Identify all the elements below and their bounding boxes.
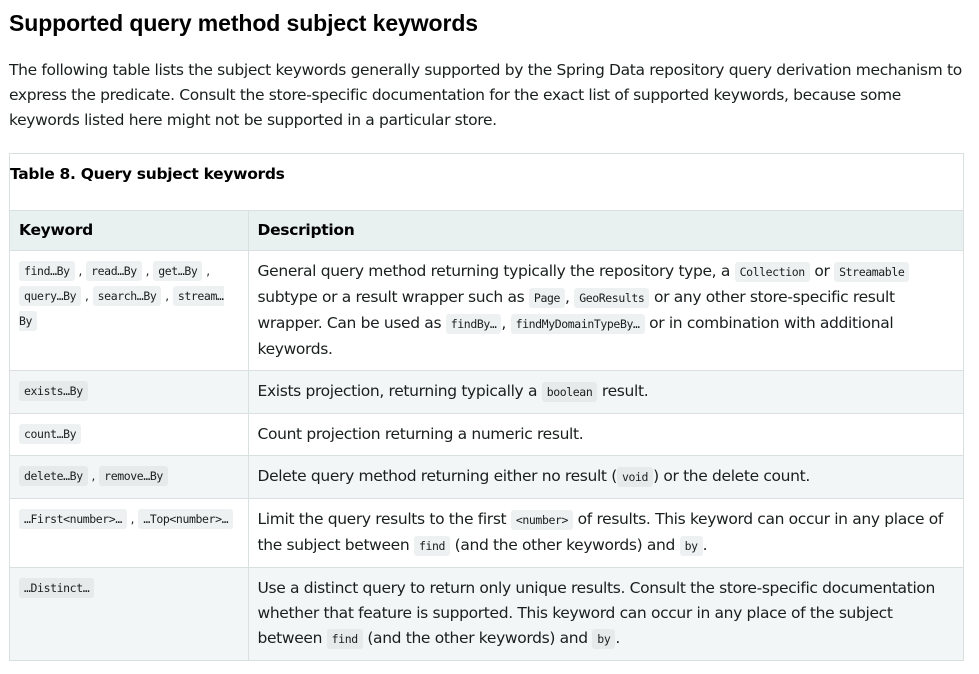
inline-code: Streamable — [834, 262, 910, 282]
table-caption: Table 8. Query subject keywords — [10, 165, 285, 183]
inline-code: findMyDomainTypeBy… — [510, 314, 645, 334]
inline-code: find — [326, 629, 363, 649]
description-cell: Count projection returning a numeric res… — [247, 413, 963, 456]
keyword-code: exists…By — [19, 381, 88, 401]
query-subject-keywords-table: Keyword Description find…By , read…By , … — [10, 210, 963, 661]
inline-code: boolean — [541, 382, 598, 402]
inline-code: by — [592, 629, 616, 649]
description-cell: General query method returning typically… — [247, 250, 963, 371]
keyword-code: search…By — [92, 286, 162, 306]
keyword-code: count…By — [19, 424, 82, 444]
description-cell: Limit the query results to the first <nu… — [247, 498, 963, 568]
keyword-code: …Distinct… — [19, 578, 95, 598]
intro-paragraph: The following table lists the subject ke… — [9, 61, 962, 129]
table-row: count…By Count projection returning a num… — [10, 413, 963, 456]
keyword-code: …First<number>… — [19, 509, 127, 529]
inline-code: <number> — [510, 510, 574, 530]
inline-code: Page — [528, 288, 566, 308]
keyword-cell: …Distinct… — [10, 567, 248, 661]
table-header-row: Keyword Description — [10, 210, 963, 251]
keywords-table-block: Table 8. Query subject keywords Keyword … — [9, 153, 964, 661]
table-row: delete…By , remove…By Delete query method… — [10, 455, 963, 499]
keyword-cell: …First<number>… , …Top<number>… — [10, 498, 248, 568]
description-cell: Delete query method returning either no … — [247, 455, 963, 499]
keyword-cell: delete…By , remove…By — [10, 455, 248, 499]
table-row: find…By , read…By , get…By , query…By , … — [10, 250, 963, 371]
keyword-cell: exists…By — [10, 370, 248, 414]
keyword-code: find…By — [19, 261, 75, 281]
keyword-cell: find…By , read…By , get…By , query…By , … — [10, 250, 248, 371]
keyword-code: get…By — [153, 261, 203, 281]
inline-code: by — [679, 536, 703, 556]
keyword-code: delete…By — [19, 466, 88, 486]
table-body: find…By , read…By , get…By , query…By , … — [10, 250, 963, 661]
inline-code: GeoResults — [574, 288, 650, 308]
keyword-code: query…By — [19, 286, 82, 306]
header-description: Description — [247, 210, 963, 251]
keyword-code: read…By — [86, 261, 142, 281]
table-row: …First<number>… , …Top<number>… Limit the… — [10, 498, 963, 568]
header-keyword: Keyword — [10, 210, 248, 251]
table-row: …Distinct… Use a distinct query to return… — [10, 567, 963, 661]
table-row: exists…By Exists projection, returning ty… — [10, 370, 963, 414]
description-cell: Use a distinct query to return only uniq… — [247, 567, 963, 661]
inline-code: findBy… — [445, 314, 502, 334]
inline-code: find — [413, 536, 451, 556]
section-heading: Supported query method subject keywords — [9, 10, 478, 36]
keyword-cell: count…By — [10, 413, 248, 456]
inline-code: void — [616, 467, 654, 487]
keyword-code: …Top<number>… — [138, 509, 234, 529]
keyword-code: remove…By — [99, 466, 168, 486]
inline-code: Collection — [734, 262, 810, 282]
description-cell: Exists projection, returning typically a… — [247, 370, 963, 414]
